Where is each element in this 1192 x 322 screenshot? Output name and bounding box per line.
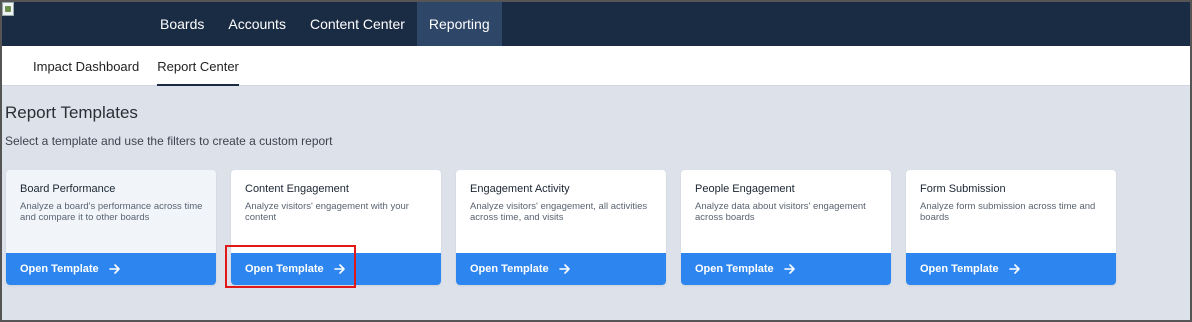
card-board-performance: Board Performance Analyze a board's perf… (6, 170, 216, 285)
page-subtitle: Select a template and use the filters to… (5, 134, 333, 148)
card-description: Analyze data about visitors' engagement … (695, 201, 866, 223)
card-title: Form Submission (920, 183, 1006, 195)
logo[interactable] (2, 2, 148, 46)
button-label: Open Template (695, 263, 774, 275)
card-title: Content Engagement (245, 183, 349, 195)
nav-reporting[interactable]: Reporting (416, 2, 502, 46)
top-navigation: Boards Accounts Content Center Reporting (2, 2, 1190, 46)
main-content: Report Templates Select a template and u… (2, 86, 1190, 320)
arrow-right-icon (333, 263, 346, 275)
app-window: Boards Accounts Content Center Reporting… (0, 0, 1192, 322)
card-description: Analyze a board's performance across tim… (20, 201, 203, 223)
nav-content-center[interactable]: Content Center (298, 2, 417, 46)
open-template-button[interactable]: Open Template (231, 253, 441, 285)
button-label: Open Template (920, 263, 999, 275)
arrow-right-icon (1008, 263, 1021, 275)
card-form-submission: Form Submission Analyze form submission … (906, 170, 1116, 285)
card-description: Analyze form submission across time and … (920, 201, 1096, 223)
broken-image-icon (2, 2, 14, 16)
arrow-right-icon (783, 263, 796, 275)
arrow-right-icon (558, 263, 571, 275)
page-title: Report Templates (5, 103, 138, 122)
card-engagement-activity: Engagement Activity Analyze visitors' en… (456, 170, 666, 285)
card-title: Engagement Activity (470, 183, 570, 195)
nav-accounts[interactable]: Accounts (216, 2, 298, 46)
button-label: Open Template (245, 263, 324, 275)
card-description: Analyze visitors' engagement, all activi… (470, 201, 648, 223)
button-label: Open Template (20, 263, 99, 275)
card-content-engagement: Content Engagement Analyze visitors' eng… (231, 170, 441, 285)
card-description: Analyze visitors' engagement with your c… (245, 201, 409, 223)
card-people-engagement: People Engagement Analyze data about vis… (681, 170, 891, 285)
card-title: People Engagement (695, 183, 795, 195)
tab-report-center[interactable]: Report Center (148, 46, 248, 86)
open-template-button[interactable]: Open Template (906, 253, 1116, 285)
sub-navigation: Impact Dashboard Report Center (2, 46, 1190, 86)
tab-impact-dashboard[interactable]: Impact Dashboard (24, 46, 148, 86)
arrow-right-icon (108, 263, 121, 275)
template-cards: Board Performance Analyze a board's perf… (6, 170, 1116, 285)
card-title: Board Performance (20, 183, 116, 195)
open-template-button[interactable]: Open Template (681, 253, 891, 285)
open-template-button[interactable]: Open Template (456, 253, 666, 285)
nav-boards[interactable]: Boards (148, 2, 216, 46)
button-label: Open Template (470, 263, 549, 275)
open-template-button[interactable]: Open Template (6, 253, 216, 285)
